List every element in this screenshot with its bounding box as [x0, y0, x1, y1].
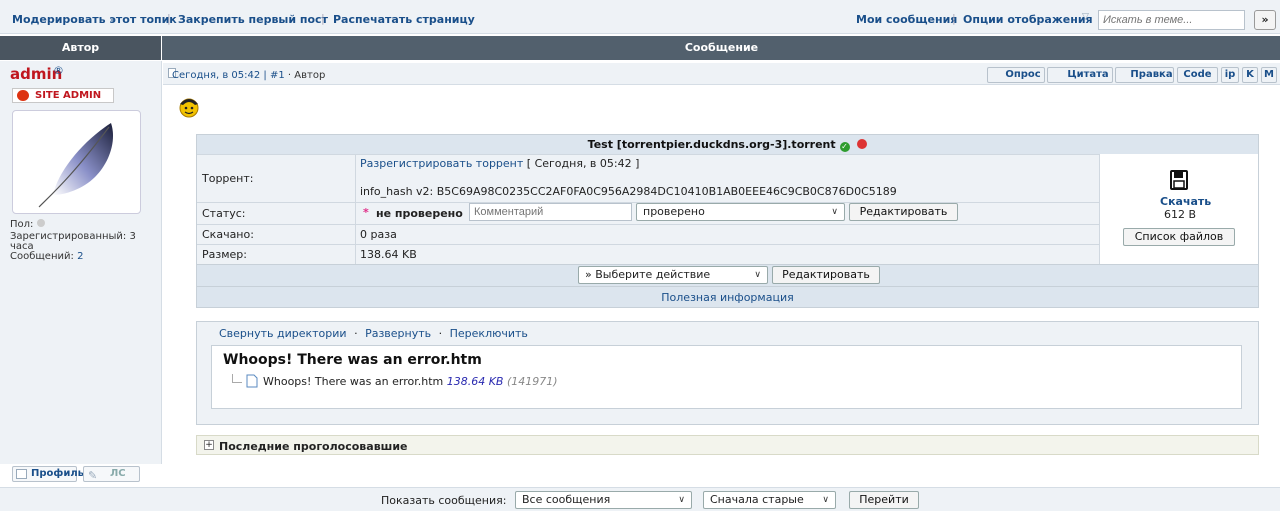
pm-button-label: ЛС [110, 468, 126, 479]
useful-info-link[interactable]: Полезная информация [197, 286, 1258, 307]
quote-button[interactable]: Цитата [1047, 67, 1113, 83]
search-input[interactable] [1098, 10, 1245, 30]
collapse-dirs-link[interactable]: Свернуть директории [219, 327, 347, 340]
downloaded-row [197, 224, 1099, 244]
status-select[interactable]: проверено ∨ [636, 203, 845, 221]
display-options-link[interactable]: Опции отображения [963, 13, 1093, 26]
show-posts-label: Показать сообщения: [381, 494, 507, 507]
file-tree-folder[interactable]: Whoops! There was an error.htm [223, 352, 482, 368]
file-size: 138.64 KB [446, 375, 504, 388]
expand-icon[interactable]: + [204, 440, 214, 450]
ip-button[interactable]: ip [1221, 67, 1239, 83]
torrent-title: Test [torrentpier.duckdns.org-3].torrent [587, 138, 836, 151]
download-size: 612 B [1164, 208, 1197, 221]
magnet-icon[interactable] [857, 139, 868, 149]
registered-mark: ® [53, 64, 64, 77]
action-select[interactable]: » Выберите действие ∨ [578, 266, 768, 284]
last-voted-label: Последние проголосовавшие [219, 440, 408, 453]
check-icon: ✓ [839, 142, 850, 152]
tree-branch [232, 374, 242, 383]
chevron-down-icon: ∨ [831, 207, 838, 217]
dot-separator: · [354, 327, 358, 340]
chevron-down-icon[interactable]: ▽ [1082, 12, 1089, 22]
smiley-icon [179, 98, 199, 118]
show-posts-select-value: Все сообщения [522, 493, 611, 506]
author-tag: · Автор [287, 70, 326, 81]
file-icon [246, 374, 258, 388]
dot-separator: · [438, 327, 443, 340]
post-meta: Сегодня, в 05:42 | #1 · Автор [172, 70, 326, 81]
profile-button[interactable]: Профиль [12, 466, 84, 482]
separator: | [952, 12, 956, 25]
status-label: Статус: [202, 207, 246, 220]
status-edit-button[interactable]: Редактировать [849, 203, 958, 221]
file-list-button[interactable]: Список файлов [1123, 228, 1235, 246]
posts-count-link[interactable]: 2 [77, 251, 83, 262]
message-column-header: Сообщение [684, 41, 759, 54]
print-page-link[interactable]: Распечатать страницу [333, 13, 475, 26]
author-column-header: Автор [0, 36, 162, 60]
size-label: Размер: [202, 248, 247, 261]
separator: | [167, 12, 171, 25]
my-posts-link[interactable]: Мои сообщения [856, 13, 957, 26]
status-comment-input[interactable] [469, 203, 632, 221]
downloaded-value: 0 раза [360, 228, 397, 241]
file-item: Whoops! There was an error.htm 138.64 KB… [263, 375, 558, 388]
rank-badge: SITE ADMIN [12, 88, 114, 103]
profile-button-label: Профиль [31, 468, 84, 479]
status-value: не проверено [376, 207, 463, 220]
avatar [12, 110, 141, 214]
status-star: * [363, 206, 369, 219]
pin-first-post-link[interactable]: Закрепить первый пост [178, 13, 328, 26]
file-list-controls: Свернуть директории · Развернуть · Перек… [219, 327, 528, 340]
order-select-value: Сначала старые [710, 493, 804, 506]
torrent-title-bar: Test [torrentpier.duckdns.org-3].torrent… [197, 135, 1258, 154]
action-select-value: » Выберите действие [585, 268, 711, 281]
file-bytes: (141971) [506, 375, 558, 388]
show-posts-select[interactable]: Все сообщения ∨ [515, 491, 692, 509]
unregister-date: [ Сегодня, в 05:42 ] [526, 157, 640, 170]
search-go-button[interactable]: » [1254, 10, 1276, 30]
profile-icon [16, 469, 27, 479]
posts-count-label: Сообщений: 2 [10, 251, 84, 262]
k-button[interactable]: K [1242, 67, 1258, 83]
post-date-link[interactable]: Сегодня, в 05:42 [172, 70, 260, 81]
action-edit-button[interactable]: Редактировать [772, 266, 880, 284]
edit-post-button[interactable]: Правка [1115, 67, 1174, 83]
torrent-label: Торрент: [202, 172, 254, 185]
last-voted-panel[interactable]: + Последние проголосовавшие [196, 435, 1259, 455]
separator: | [321, 12, 325, 25]
unregister-torrent-link[interactable]: Разрегистрировать торрент [360, 157, 523, 170]
pm-button[interactable]: ✎ ЛС [83, 466, 140, 482]
order-select[interactable]: Сначала старые ∨ [703, 491, 836, 509]
expand-link[interactable]: Развернуть [365, 327, 431, 340]
size-value: 138.64 KB [360, 248, 417, 261]
feather-icon [38, 123, 114, 208]
toggle-link[interactable]: Переключить [450, 327, 528, 340]
post-number-link[interactable]: #1 [270, 70, 285, 81]
chevron-down-icon: ∨ [754, 270, 761, 280]
chevron-down-icon: ∨ [678, 495, 685, 505]
file-name[interactable]: Whoops! There was an error.htm [263, 375, 443, 388]
status-select-value: проверено [643, 205, 705, 218]
m-button[interactable]: M [1261, 67, 1277, 83]
floppy-disk-icon[interactable] [1170, 170, 1188, 190]
chevron-down-icon: ∨ [822, 495, 829, 505]
gender-icon [36, 219, 45, 227]
pencil-icon: ✎ [88, 469, 98, 482]
torrent-unregister-line: Разрегистрировать торрент [ Сегодня, в 0… [360, 157, 639, 170]
downloaded-label: Скачано: [202, 228, 254, 241]
poll-button[interactable]: Опрос [987, 67, 1045, 83]
go-button[interactable]: Перейти [849, 491, 919, 509]
column-divider [355, 154, 356, 264]
gender-label: Пол: [10, 219, 45, 230]
stop-icon [17, 90, 29, 101]
size-row [197, 244, 1099, 264]
code-button[interactable]: Code [1177, 67, 1218, 83]
info-hash: info_hash v2: B5C69A98C0235CC2AF0FA0C956… [360, 185, 897, 198]
moderate-topic-link[interactable]: Модерировать этот топик [12, 13, 177, 26]
rank-label: SITE ADMIN [35, 90, 102, 101]
download-link[interactable]: Скачать [1160, 195, 1211, 208]
